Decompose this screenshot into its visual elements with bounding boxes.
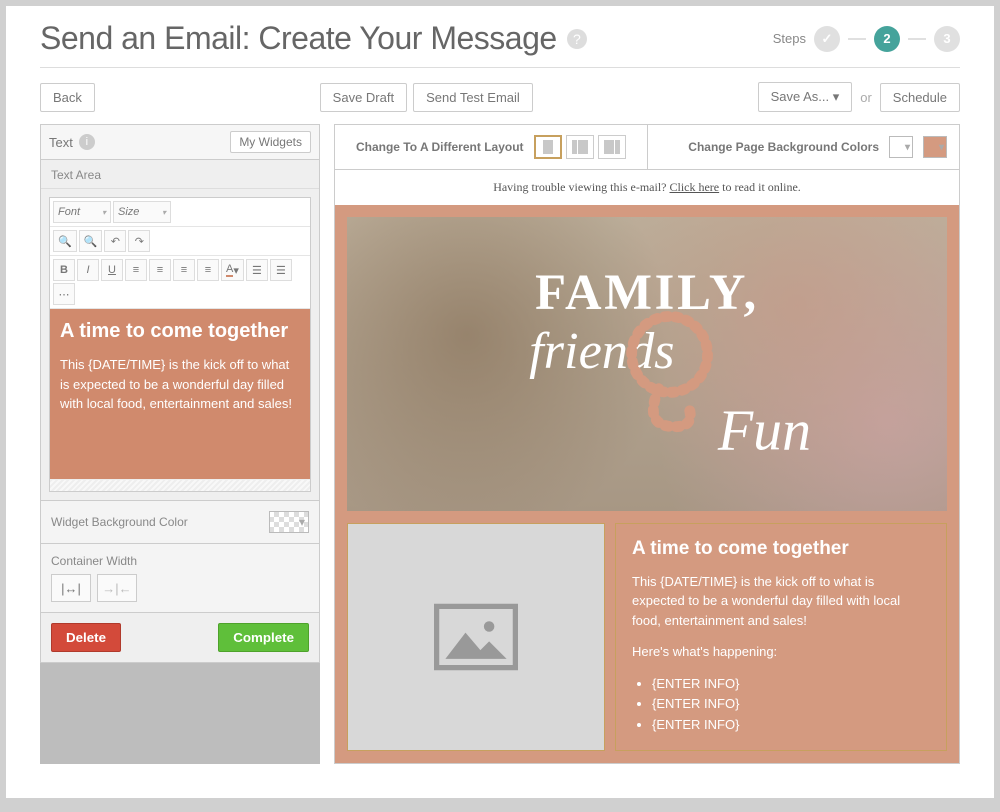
or-label: or: [860, 90, 872, 105]
sidebar: Text i My Widgets Text Area Font▾ Size▾ …: [40, 124, 320, 764]
align-center-icon[interactable]: ≡: [149, 259, 171, 281]
width-expand-icon[interactable]: |↔|: [51, 574, 91, 602]
chevron-down-icon: ▾: [102, 208, 106, 217]
canvas-toolbar: Change To A Different Layout Change Page…: [335, 125, 959, 170]
list-item: {ENTER INFO}: [652, 674, 930, 695]
email-preview: Having trouble viewing this e-mail? Clic…: [335, 170, 959, 763]
step-dash: [908, 38, 926, 40]
svg-text:Fun: Fun: [717, 398, 811, 463]
image-placeholder[interactable]: [347, 523, 605, 751]
replace-icon[interactable]: 🔍: [79, 230, 103, 252]
editor-heading: A time to come together: [60, 319, 300, 343]
page-title: Send an Email: Create Your Message ?: [40, 20, 587, 57]
editor-textarea[interactable]: A time to come together This {DATE/TIME}…: [50, 309, 310, 479]
send-test-email-button[interactable]: Send Test Email: [413, 83, 533, 112]
view-online-link[interactable]: Click here: [669, 180, 719, 194]
page-header: Send an Email: Create Your Message ? Ste…: [6, 6, 994, 67]
text-widget-panel: Text i My Widgets Text Area Font▾ Size▾ …: [40, 124, 320, 663]
svg-text:FAMILY,: FAMILY,: [535, 265, 759, 321]
hero-text-graphic: FAMILY, friends Fun: [407, 246, 887, 481]
width-shrink-icon[interactable]: →|←: [97, 574, 137, 602]
redo-icon[interactable]: ↷: [128, 230, 150, 252]
email-canvas: Change To A Different Layout Change Page…: [334, 124, 960, 764]
email-content-row: A time to come together This {DATE/TIME}…: [347, 523, 947, 751]
app-window: Send an Email: Create Your Message ? Ste…: [6, 6, 994, 798]
widget-bg-label: Widget Background Color: [51, 515, 188, 529]
my-widgets-button[interactable]: My Widgets: [230, 131, 311, 153]
font-dropdown[interactable]: Font▾: [53, 201, 111, 223]
steps-label: Steps: [773, 31, 806, 46]
bg-color-section: Change Page Background Colors ▾ ▾: [648, 126, 960, 168]
editor-body: This {DATE/TIME} is the kick off to what…: [60, 355, 300, 414]
step-3: 3: [934, 26, 960, 52]
size-dropdown[interactable]: Size▾: [113, 201, 171, 223]
align-justify-icon[interactable]: ≡: [197, 259, 219, 281]
font-color-icon[interactable]: A▾: [221, 259, 244, 281]
layout-option-1[interactable]: [534, 135, 562, 159]
bold-icon[interactable]: B: [53, 259, 75, 281]
step-indicator: Steps ✓ 2 3: [773, 26, 960, 52]
divider: [40, 67, 960, 68]
list-item: {ENTER INFO}: [652, 694, 930, 715]
text-content-block[interactable]: A time to come together This {DATE/TIME}…: [615, 523, 947, 751]
align-right-icon[interactable]: ≡: [173, 259, 195, 281]
step-2: 2: [874, 26, 900, 52]
delete-button[interactable]: Delete: [51, 623, 121, 652]
align-left-icon[interactable]: ≡: [125, 259, 147, 281]
sidebar-empty-area: [40, 663, 320, 764]
svg-text:friends: friends: [529, 322, 675, 380]
panel-title: Text: [49, 135, 73, 150]
resize-handle[interactable]: [50, 479, 310, 491]
chevron-down-icon: ▾: [162, 208, 166, 217]
workspace: Text i My Widgets Text Area Font▾ Size▾ …: [6, 124, 994, 798]
action-bar: Back Save Draft Send Test Email Save As.…: [6, 78, 994, 124]
container-width-section: Container Width |↔| →|←: [41, 543, 319, 612]
layout-section: Change To A Different Layout: [335, 125, 648, 169]
save-draft-button[interactable]: Save Draft: [320, 83, 407, 112]
editor-toolbar-row-3: B I U ≡ ≡ ≡ ≡ A▾ ☰ ☰ ⋯: [50, 256, 310, 309]
save-as-button[interactable]: Save As... ▾: [758, 82, 853, 112]
widget-bg-section: Widget Background Color ▾: [41, 500, 319, 543]
find-icon[interactable]: 🔍: [53, 230, 77, 252]
step-dash: [848, 38, 866, 40]
underline-icon[interactable]: U: [101, 259, 123, 281]
help-icon[interactable]: ?: [567, 29, 587, 49]
change-bg-label: Change Page Background Colors: [688, 140, 879, 154]
undo-icon[interactable]: ↶: [104, 230, 126, 252]
more-icon[interactable]: ⋯: [53, 283, 75, 305]
block-list: {ENTER INFO} {ENTER INFO} {ENTER INFO}: [652, 674, 930, 736]
email-bg-swatch[interactable]: ▾: [923, 136, 947, 158]
image-icon: [431, 602, 521, 672]
italic-icon[interactable]: I: [77, 259, 99, 281]
block-heading: A time to come together: [632, 538, 930, 560]
complete-button[interactable]: Complete: [218, 623, 309, 652]
panel-header: Text i My Widgets: [41, 125, 319, 160]
schedule-button[interactable]: Schedule: [880, 83, 960, 112]
editor-toolbar-row-1: Font▾ Size▾: [50, 198, 310, 227]
number-list-icon[interactable]: ☰: [270, 259, 292, 281]
page-title-text: Send an Email: Create Your Message: [40, 20, 557, 57]
view-online-bar: Having trouble viewing this e-mail? Clic…: [335, 170, 959, 205]
trouble-prefix: Having trouble viewing this e-mail?: [493, 180, 669, 194]
layout-option-2[interactable]: [566, 135, 594, 159]
container-width-label: Container Width: [51, 554, 137, 568]
back-button[interactable]: Back: [40, 83, 95, 112]
trouble-suffix: to read it online.: [719, 180, 801, 194]
layout-option-3[interactable]: [598, 135, 626, 159]
rich-text-editor: Font▾ Size▾ 🔍 🔍 ↶ ↷ B I U ≡ ≡: [49, 197, 311, 492]
change-layout-label: Change To A Different Layout: [356, 140, 524, 154]
list-item: {ENTER INFO}: [652, 715, 930, 736]
step-1-complete-icon: ✓: [814, 26, 840, 52]
block-paragraph-2: Here's what's happening:: [632, 642, 930, 662]
panel-footer: Delete Complete: [41, 612, 319, 662]
info-icon[interactable]: i: [79, 134, 95, 150]
text-area-label: Text Area: [41, 160, 319, 189]
widget-bg-swatch[interactable]: ▾: [269, 511, 309, 533]
page-bg-swatch[interactable]: ▾: [889, 136, 913, 158]
editor-toolbar-row-2: 🔍 🔍 ↶ ↷: [50, 227, 310, 256]
email-body: FAMILY, friends Fun: [335, 205, 959, 763]
hero-image[interactable]: FAMILY, friends Fun: [347, 217, 947, 511]
bullet-list-icon[interactable]: ☰: [246, 259, 268, 281]
block-paragraph-1: This {DATE/TIME} is the kick off to what…: [632, 572, 930, 631]
